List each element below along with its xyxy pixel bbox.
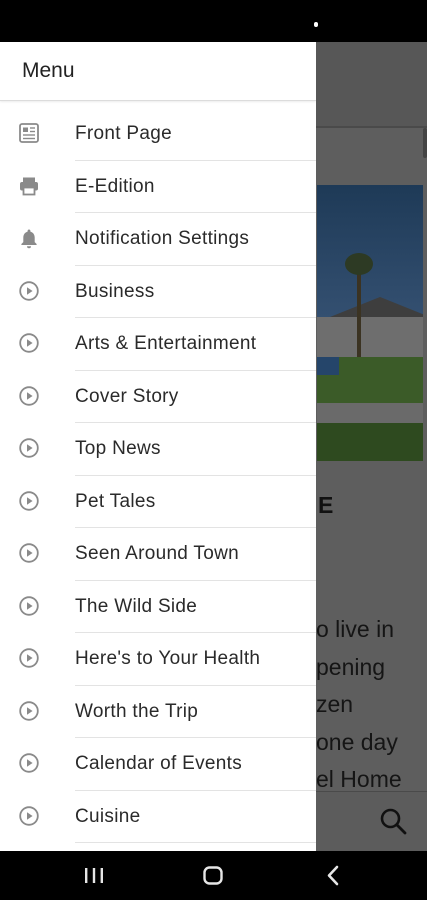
menu-item-label: Cuisine: [75, 805, 141, 827]
menu-item-the-wild-side[interactable]: The Wild Side: [0, 581, 316, 633]
menu-item-label: Business: [75, 280, 155, 302]
drawer-header: Menu: [0, 42, 316, 101]
menu-item-label: Notification Settings: [75, 228, 250, 249]
menu-item-calendar-of-events[interactable]: Calendar of Events: [0, 738, 316, 791]
menu-item-label: Pet Tales: [75, 490, 156, 512]
menu-item-label: Cover Story: [75, 385, 179, 407]
play-circle-icon: [19, 385, 39, 406]
menu-item-label: E-Edition: [75, 175, 155, 197]
play-circle-icon: [19, 543, 39, 563]
home-icon[interactable]: [183, 851, 243, 900]
menu-item-front-page[interactable]: Front Page: [0, 108, 316, 161]
app-bottom-bar: [316, 791, 427, 851]
article-body-line: one day: [316, 728, 398, 755]
menu-item-label: Here's to Your Health: [75, 648, 261, 669]
navigation-drawer: Menu Front Page E-Edition Notification S…: [0, 42, 316, 851]
menu-item-label: Calendar of Events: [75, 753, 242, 774]
bell-icon: [21, 229, 37, 249]
menu-item-label: Worth the Trip: [75, 700, 199, 722]
menu-item-cuisine[interactable]: Cuisine: [0, 791, 316, 843]
article-photo: [317, 185, 423, 461]
article-body-line: pening: [316, 653, 386, 680]
newspaper-icon: [19, 123, 39, 143]
menu-item-pet-tales[interactable]: Pet Tales: [0, 476, 316, 528]
menu-item-top-news[interactable]: Top News: [0, 423, 316, 476]
play-circle-icon: [19, 753, 39, 773]
play-circle-icon: [19, 700, 39, 721]
drawer-title: Menu: [22, 59, 75, 82]
play-circle-icon: [19, 648, 39, 668]
menu-item-label: The Wild Side: [75, 595, 198, 617]
menu-item-cover-story[interactable]: Cover Story: [0, 371, 316, 423]
system-navigation-bar: [0, 851, 427, 900]
menu-item-label: Arts & Entertainment: [75, 333, 257, 354]
toolbar-divider: [316, 126, 427, 128]
article-body: o live in pening zen one day el Home: [316, 611, 402, 799]
menu-item-worth-the-trip[interactable]: Worth the Trip: [0, 686, 316, 738]
menu-item-heres-to-your-health[interactable]: Here's to Your Health: [0, 633, 316, 686]
status-bar: [0, 0, 427, 42]
recent-apps-icon[interactable]: [64, 851, 124, 900]
menu-item-notification-settings[interactable]: Notification Settings: [0, 213, 316, 266]
menu-item-seen-around-town[interactable]: Seen Around Town: [0, 528, 316, 581]
menu-item-business[interactable]: Business: [0, 266, 316, 318]
article-title: E: [318, 492, 334, 518]
article-body-line: zen: [316, 691, 354, 717]
menu-item-e-edition[interactable]: E-Edition: [0, 161, 316, 213]
menu-list: Front Page E-Edition Notification Settin…: [0, 108, 316, 843]
play-circle-icon: [19, 805, 39, 826]
menu-item-label: Front Page: [75, 123, 172, 144]
play-circle-icon: [19, 595, 39, 616]
search-icon[interactable]: [378, 806, 408, 836]
menu-item-label: Top News: [75, 438, 161, 459]
menu-item-arts-entertainment[interactable]: Arts & Entertainment: [0, 318, 316, 371]
play-circle-icon: [19, 438, 39, 458]
play-circle-icon: [19, 490, 39, 511]
back-icon[interactable]: [303, 851, 363, 900]
printer-icon: [20, 177, 38, 195]
divider: [75, 842, 316, 843]
menu-item-label: Seen Around Town: [75, 543, 239, 564]
play-circle-icon: [19, 280, 39, 301]
app-toolbar: [316, 42, 427, 126]
article-body-line: o live in: [316, 616, 394, 642]
scrollbar-thumb[interactable]: [423, 128, 427, 158]
status-indicator-dot: [314, 22, 318, 27]
play-circle-icon: [19, 333, 39, 353]
